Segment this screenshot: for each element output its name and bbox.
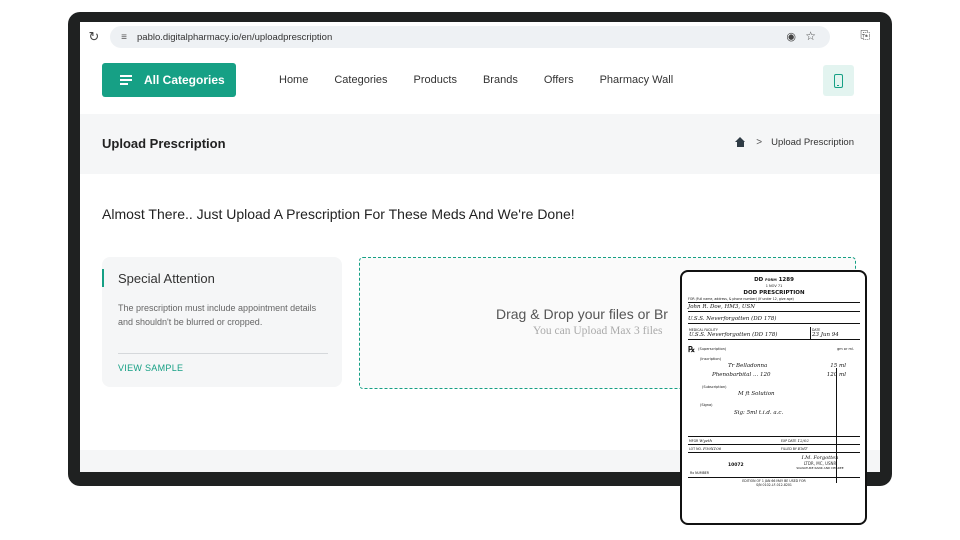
- dropzone-subtitle: You can Upload Max 3 files: [533, 325, 663, 337]
- site-header: All Categories Home Categories Products …: [80, 52, 880, 114]
- drug-row-1: Tr Belladonna 15 ml: [688, 363, 860, 369]
- facility-value: U.S.S. Neverforgotten (DD 178): [689, 332, 778, 338]
- date-cell: DATE 23 Jun 94: [810, 327, 860, 340]
- breadcrumb: > Upload Prescription: [735, 137, 854, 148]
- breadcrumb-current: Upload Prescription: [771, 137, 854, 148]
- nav-categories[interactable]: Categories: [334, 74, 387, 86]
- rx-number-cell: 10072 Rx NUMBER: [688, 455, 780, 475]
- prescription-form: DD FORM 1289 1 NOV 71 DOD PRESCRIPTION F…: [688, 276, 860, 487]
- reload-icon[interactable]: ↻: [82, 29, 106, 45]
- lot-label: LOT NO.: [689, 447, 702, 451]
- signature-label: SIGNATURE RANK AND DEGREE: [796, 466, 844, 470]
- drug-row-2: Phenobarbital ... 120 120 ml: [688, 372, 860, 378]
- date-value: 23 Jun 94: [812, 332, 839, 338]
- rx-symbol: ℞: [688, 344, 696, 354]
- url-text[interactable]: pablo.digitalpharmacy.io/en/uploadprescr…: [137, 32, 332, 43]
- phone-icon: [834, 73, 843, 88]
- lot-cell: LOT NO. P39X106: [688, 445, 780, 453]
- form-column-rule: [836, 368, 837, 483]
- lot-value: P39X106: [702, 446, 722, 451]
- all-categories-button[interactable]: All Categories: [102, 63, 236, 97]
- superscription-label: (Superscription): [698, 347, 727, 351]
- mobile-app-button[interactable]: [823, 65, 854, 96]
- home-icon[interactable]: [735, 137, 746, 148]
- location-pin-icon[interactable]: ◉: [786, 30, 796, 43]
- nav-products[interactable]: Products: [414, 74, 457, 86]
- exp-value: 12/02: [797, 438, 809, 443]
- signature-cell: I.M. Forgotten LTDR, MC, USNR SIGNATURE …: [780, 455, 860, 475]
- all-categories-label: All Categories: [144, 73, 225, 87]
- page-title: Upload Prescription: [102, 136, 226, 151]
- filled-value: EMT: [797, 446, 808, 451]
- rx-number-label: Rx NUMBER: [690, 471, 709, 475]
- mfgr-cell: MFGR Wyeth: [688, 437, 780, 445]
- view-sample-link[interactable]: VIEW SAMPLE: [118, 363, 183, 373]
- form-header: DD FORM 1289: [688, 277, 860, 283]
- units-label: gm or ml.: [837, 347, 854, 351]
- divider: [118, 353, 328, 354]
- rx-number: 10072: [728, 463, 744, 468]
- filled-cell: FILLED BY EMT: [780, 445, 860, 453]
- page-title-band: Upload Prescription > Upload Prescriptio…: [80, 114, 880, 174]
- tune-icon[interactable]: ≡: [113, 32, 135, 43]
- for-label: FOR (Full name, address, & phone number)…: [688, 296, 860, 303]
- filled-label: FILLED BY: [781, 447, 797, 451]
- patient-name: John R. Doe, HM3, USN: [688, 303, 860, 312]
- dose-1: 15 ml: [830, 363, 846, 369]
- patient-ship: U.S.S. Neverforgotten (DD 178): [688, 315, 860, 324]
- exp-cell: EXP DATE 12/02: [780, 437, 860, 445]
- form-date: 1 NOV 71: [765, 284, 783, 288]
- mfgr-value: Wyeth: [699, 438, 713, 443]
- mfgr-row: MFGR Wyeth EXP DATE 12/02: [688, 436, 860, 445]
- mfgr-label: MFGR: [689, 439, 699, 443]
- browser-toolbar: ↻ ≡ pablo.digitalpharmacy.io/en/uploadpr…: [80, 22, 880, 52]
- facility-row: MEDICAL FACILITY U.S.S. Neverforgotten (D…: [688, 327, 860, 340]
- nav-brands[interactable]: Brands: [483, 74, 518, 86]
- sample-prescription-card: DD FORM 1289 1 NOV 71 DOD PRESCRIPTION F…: [680, 270, 867, 525]
- menu-icon: [120, 73, 132, 87]
- main-nav: Home Categories Products Brands Offers P…: [279, 74, 699, 86]
- special-attention-card: Special Attention The prescription must …: [102, 257, 342, 387]
- rx-number-row: 10072 Rx NUMBER I.M. Forgotten LTDR, MC,…: [688, 455, 860, 475]
- form-id: DD: [754, 277, 764, 283]
- nav-pharmacy-wall[interactable]: Pharmacy Wall: [600, 74, 674, 86]
- upload-headline: Almost There.. Just Upload A Prescriptio…: [102, 206, 575, 222]
- drug-1: Tr Belladonna: [728, 363, 768, 369]
- breadcrumb-separator: >: [756, 137, 763, 148]
- stock-number: S/N 0102-LF-012-8201: [756, 483, 792, 487]
- facility-cell: MEDICAL FACILITY U.S.S. Neverforgotten (D…: [688, 327, 810, 340]
- star-icon[interactable]: ☆: [805, 29, 816, 43]
- signa-text: Sig: 5ml t.i.d. a.c.: [734, 410, 784, 416]
- nav-offers[interactable]: Offers: [544, 74, 574, 86]
- form-word: FORM: [765, 278, 777, 282]
- form-number: 1289: [778, 277, 794, 283]
- inscription-label: (Inscription): [700, 357, 722, 361]
- exp-label: EXP DATE: [781, 439, 797, 443]
- extensions-icon[interactable]: ⎘: [860, 28, 870, 43]
- nav-home[interactable]: Home: [279, 74, 308, 86]
- dropzone-title: Drag & Drop your files or Br: [496, 306, 668, 322]
- special-attention-text: The prescription must include appointmen…: [118, 303, 317, 327]
- accent-bar: [102, 269, 104, 287]
- address-bar[interactable]: ≡ pablo.digitalpharmacy.io/en/uploadpres…: [110, 26, 830, 48]
- drug-2: Phenobarbital ... 120: [712, 372, 771, 378]
- subscription-text: M ft Solution: [738, 391, 775, 397]
- lot-row: LOT NO. P39X106 FILLED BY EMT: [688, 445, 860, 453]
- special-attention-heading: Special Attention: [118, 271, 215, 286]
- superscription-row: ℞ (Superscription) gm or ml.: [688, 344, 860, 354]
